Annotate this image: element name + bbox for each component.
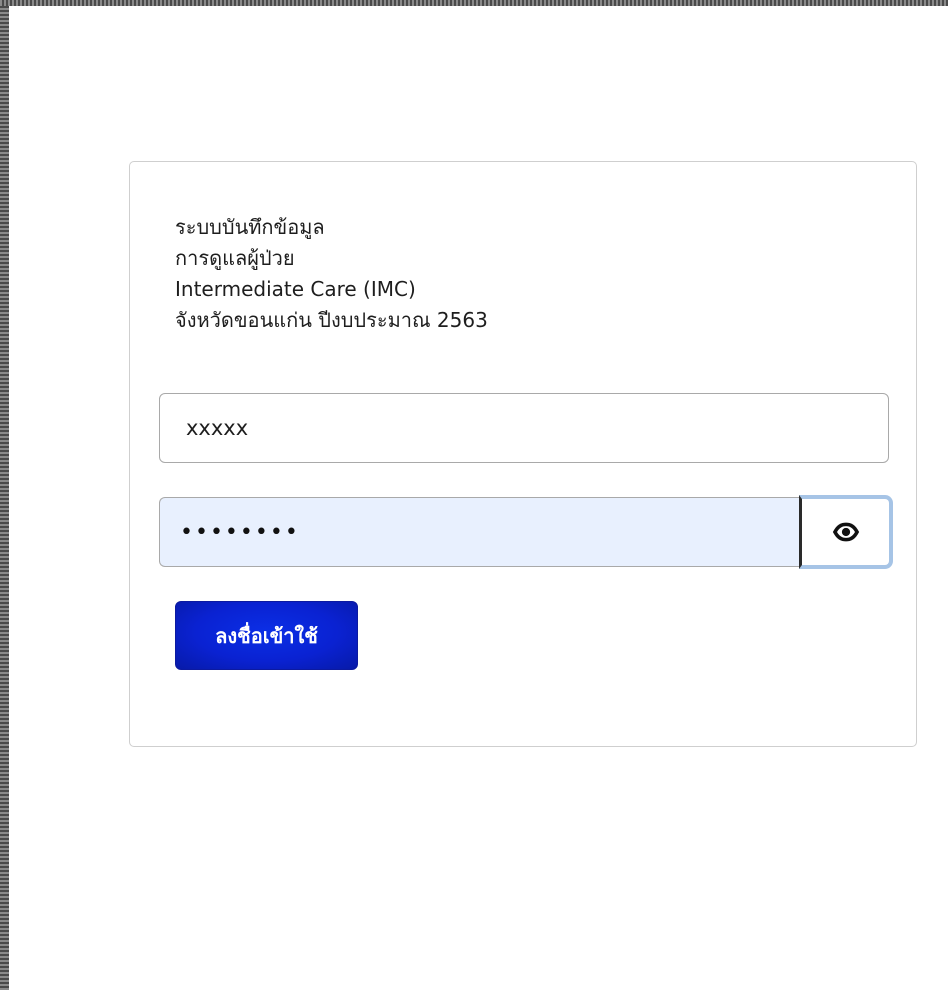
show-password-button[interactable]	[799, 495, 893, 569]
password-group	[159, 495, 895, 569]
title-line-province-year: จังหวัดขอนแก่น ปีงบประมาณ 2563	[175, 308, 488, 332]
title-line-system: ระบบบันทึกข้อมูล	[175, 215, 325, 239]
window-frame-top	[0, 0, 948, 6]
password-input[interactable]	[159, 497, 799, 567]
title-line-imc: Intermediate Care (IMC)	[175, 277, 416, 301]
login-button[interactable]: ลงชื่อเข้าใช้	[175, 601, 358, 670]
window-frame-left	[0, 0, 9, 990]
username-input[interactable]	[159, 393, 889, 463]
login-card: ระบบบันทึกข้อมูล การดูแลผู้ป่วย Intermed…	[129, 161, 917, 747]
title-line-care: การดูแลผู้ป่วย	[175, 246, 295, 270]
system-title: ระบบบันทึกข้อมูล การดูแลผู้ป่วย Intermed…	[175, 212, 488, 336]
eye-icon	[832, 522, 859, 542]
